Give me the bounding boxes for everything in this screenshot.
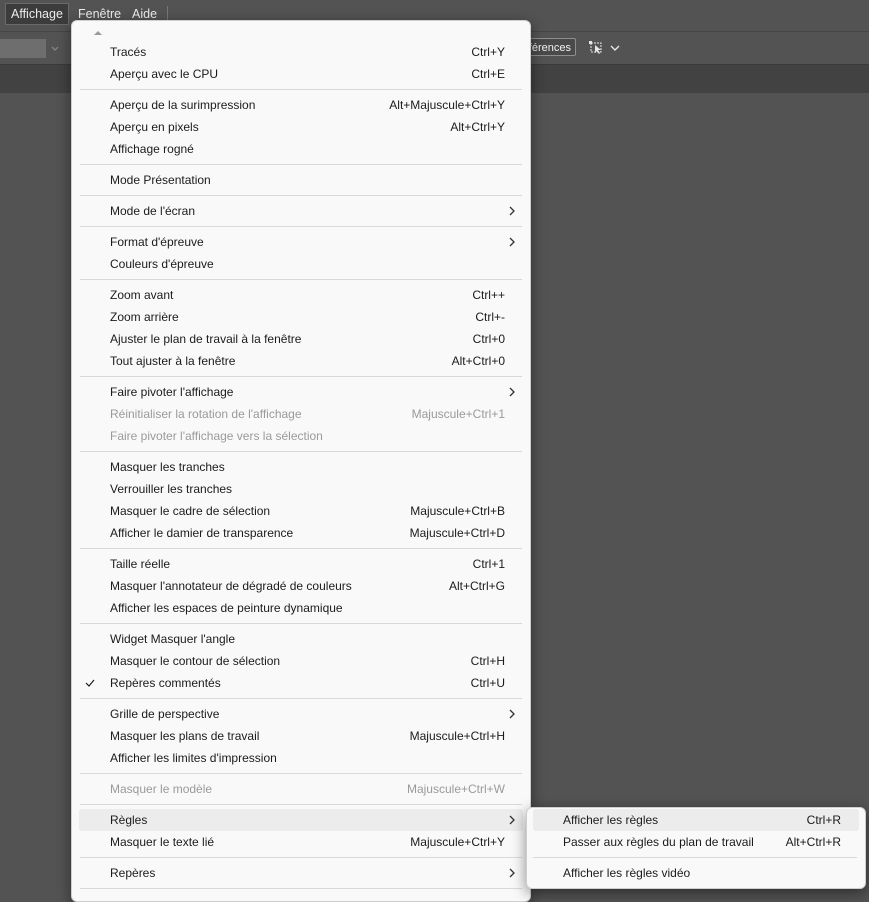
menu-item-faire-pivoter[interactable]: Faire pivoter l'affichage bbox=[79, 381, 523, 403]
menu-item-masquer-plans[interactable]: Masquer les plans de travail Majuscule+Ct… bbox=[79, 725, 523, 747]
menu-separator bbox=[80, 195, 522, 196]
menu-item-grille-perspective[interactable]: Grille de perspective bbox=[79, 703, 523, 725]
submenu-item-regles-video[interactable]: Afficher les règles vidéo bbox=[533, 862, 859, 884]
menu-separator bbox=[80, 804, 522, 805]
menu-separator bbox=[80, 279, 522, 280]
menu-separator bbox=[80, 226, 522, 227]
menu-item-masquer-contour[interactable]: Masquer le contour de sélection Ctrl+H bbox=[79, 650, 523, 672]
menu-separator bbox=[80, 164, 522, 165]
menu-item-mode-presentation[interactable]: Mode Présentation bbox=[79, 169, 523, 191]
menu-separator bbox=[80, 548, 522, 549]
menu-separator bbox=[533, 857, 857, 858]
chevron-down-icon[interactable] bbox=[50, 39, 66, 58]
menu-item-limites-impression[interactable]: Afficher les limites d'impression bbox=[79, 747, 523, 769]
menu-item-masquer-modele: Masquer le modèle Majuscule+Ctrl+W bbox=[110, 782, 505, 796]
control-field[interactable] bbox=[0, 39, 46, 58]
menu-item-damier-transparence[interactable]: Afficher le damier de transparence Majusc… bbox=[79, 522, 523, 544]
menu-item-masquer-cadre[interactable]: Masquer le cadre de sélection Majuscule+C… bbox=[79, 500, 523, 522]
menu-item-tout-ajuster[interactable]: Tout ajuster à la fenêtre Alt+Ctrl+0 bbox=[79, 350, 523, 372]
menu-item-couleurs-epreuve[interactable]: Couleurs d'épreuve bbox=[79, 253, 523, 275]
view-menu-dropdown: Tracés Ctrl+Y Aperçu avec le CPU Ctrl+E Ap… bbox=[71, 20, 531, 902]
menu-item-format-epreuve[interactable]: Format d'épreuve bbox=[79, 231, 523, 253]
menu-item-reperes[interactable]: Repères bbox=[79, 862, 523, 884]
menu-item-mode-ecran[interactable]: Mode de l'écran bbox=[79, 200, 523, 222]
menu-item-espaces-peinture[interactable]: Afficher les espaces de peinture dynamiq… bbox=[79, 597, 523, 619]
menu-separator bbox=[80, 451, 522, 452]
chevron-right-icon bbox=[507, 809, 517, 831]
menu-separator bbox=[80, 888, 522, 889]
chevron-right-icon bbox=[507, 862, 517, 884]
chevron-right-icon bbox=[507, 200, 517, 222]
menu-item-apercu-surimpression[interactable]: Aperçu de la surimpression Alt+Majuscule+… bbox=[79, 94, 523, 116]
transform-icon[interactable] bbox=[588, 40, 606, 56]
chevron-right-icon bbox=[507, 703, 517, 725]
menu-item-apercu-pixels[interactable]: Aperçu en pixels Alt+Ctrl+Y bbox=[79, 116, 523, 138]
menu-separator bbox=[80, 89, 522, 90]
chevron-down-icon[interactable] bbox=[610, 40, 620, 56]
menu-item-zoom-avant[interactable]: Zoom avant Ctrl++ bbox=[79, 284, 523, 306]
scroll-up-arrow-icon[interactable] bbox=[92, 27, 104, 37]
menu-separator bbox=[80, 773, 522, 774]
checkmark-icon bbox=[83, 672, 97, 694]
menu-item-taille-reelle[interactable]: Taille réelle Ctrl+1 bbox=[79, 553, 523, 575]
menu-item-regles[interactable]: Règles bbox=[79, 809, 523, 831]
menu-separator bbox=[80, 623, 522, 624]
submenu-item-regles-plan-travail[interactable]: Passer aux règles du plan de travail Alt+… bbox=[533, 831, 859, 853]
menu-item-reinitialiser-rotation: Réinitialiser la rotation de l'affichage… bbox=[110, 407, 505, 421]
menu-separator bbox=[80, 698, 522, 699]
menu-item-traces[interactable]: Tracés Ctrl+Y bbox=[79, 41, 523, 63]
menubar-item-affichage[interactable]: Affichage bbox=[5, 3, 69, 25]
menu-item-reperes-commentes[interactable]: Repères commentés Ctrl+U bbox=[79, 672, 523, 694]
menu-item-ajuster-plan[interactable]: Ajuster le plan de travail à la fenêtre C… bbox=[79, 328, 523, 350]
menu-item-masquer-tranches[interactable]: Masquer les tranches bbox=[79, 456, 523, 478]
menu-item-verrouiller-tranches[interactable]: Verrouiller les tranches bbox=[79, 478, 523, 500]
rulers-submenu: Afficher les règles Ctrl+R Passer aux règ… bbox=[526, 807, 866, 889]
menu-item-widget-angle[interactable]: Widget Masquer l'angle bbox=[79, 628, 523, 650]
menu-item-affichage-rogne[interactable]: Affichage rogné bbox=[79, 138, 523, 160]
menu-item-masquer-annotateur[interactable]: Masquer l'annotateur de dégradé de coule… bbox=[79, 575, 523, 597]
menu-item-zoom-arriere[interactable]: Zoom arrière Ctrl+- bbox=[79, 306, 523, 328]
menu-separator bbox=[80, 857, 522, 858]
menu-item-apercu-cpu[interactable]: Aperçu avec le CPU Ctrl+E bbox=[79, 63, 523, 85]
menu-item-pivoter-selection: Faire pivoter l'affichage vers la sélect… bbox=[110, 429, 323, 443]
chevron-right-icon bbox=[507, 231, 517, 253]
menu-separator bbox=[80, 376, 522, 377]
menu-item-masquer-texte-lie[interactable]: Masquer le texte lié Majuscule+Ctrl+Y bbox=[79, 831, 523, 853]
chevron-right-icon bbox=[507, 381, 517, 403]
submenu-item-afficher-regles[interactable]: Afficher les règles Ctrl+R bbox=[533, 809, 859, 831]
